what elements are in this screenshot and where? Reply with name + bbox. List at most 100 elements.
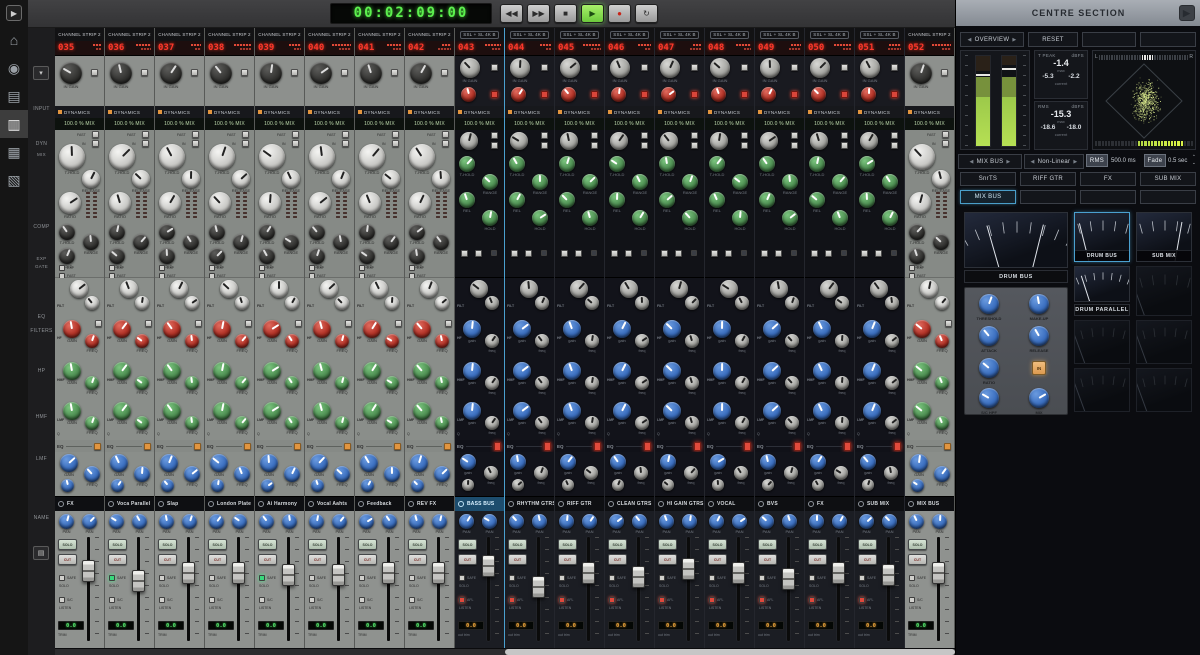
listen-checkbox[interactable]: [659, 597, 665, 603]
lmf-freq-knob[interactable]: [285, 416, 299, 430]
dyn-button-3[interactable]: [511, 250, 518, 257]
hf-freq-knob[interactable]: [335, 334, 349, 348]
hmf-freq-knob[interactable]: [635, 376, 649, 390]
vu-meter-drum-parallel[interactable]: [1074, 266, 1130, 302]
solo-safe-checkbox[interactable]: [759, 575, 765, 581]
hmf-freq-knob[interactable]: [485, 376, 499, 390]
gate-threshold-knob[interactable]: [409, 224, 425, 240]
power-icon[interactable]: [108, 501, 114, 507]
listen-checkbox[interactable]: [59, 597, 65, 603]
hp-filter-knob[interactable]: [270, 280, 288, 298]
lp-filter-knob[interactable]: [835, 296, 849, 310]
lmf-gain-knob[interactable]: [213, 402, 231, 420]
cut-button[interactable]: CUT: [508, 554, 527, 565]
fader-track[interactable]: [487, 537, 490, 641]
power-icon[interactable]: [458, 501, 464, 507]
eq-in-toggle[interactable]: [894, 442, 901, 451]
lmf-freq-knob[interactable]: [785, 416, 799, 430]
lmf-gain-knob[interactable]: [463, 402, 481, 420]
phase-knob[interactable]: [611, 87, 626, 102]
lf-freq-knob[interactable]: [784, 466, 798, 480]
lp-filter-knob[interactable]: [635, 296, 649, 310]
lmf-freq-knob[interactable]: [585, 416, 599, 430]
phase-button[interactable]: [591, 91, 598, 98]
comp-threshold-knob[interactable]: [209, 144, 235, 170]
exp-checkbox[interactable]: [209, 265, 215, 271]
solo-button[interactable]: SOLO: [308, 539, 327, 550]
lf-freq-knob[interactable]: [884, 466, 898, 480]
comp-in-button[interactable]: [192, 140, 199, 147]
gate-range-knob[interactable]: [832, 174, 848, 190]
panel-collapse-icon[interactable]: ▶: [1179, 5, 1195, 21]
gate-threshold-knob[interactable]: [209, 224, 225, 240]
lmf-freq-knob[interactable]: [85, 416, 99, 430]
hp-filter-knob[interactable]: [170, 280, 188, 298]
lf-q-knob[interactable]: [462, 479, 474, 491]
solo-safe-checkbox[interactable]: [309, 575, 315, 581]
lf-freq-knob[interactable]: [284, 466, 300, 482]
cut-button[interactable]: CUT: [108, 554, 127, 565]
hp-filter-knob[interactable]: [770, 280, 788, 298]
comp-in-button[interactable]: [242, 140, 249, 147]
lf-freq-knob[interactable]: [84, 466, 100, 482]
dyn-button-1[interactable]: [891, 132, 898, 139]
comp-ratio-knob[interactable]: [259, 192, 281, 214]
eq-bell-button[interactable]: [194, 443, 201, 450]
hmf-gain-knob[interactable]: [313, 362, 331, 380]
width-knob[interactable]: [609, 514, 624, 529]
lmf-gain-knob[interactable]: [713, 402, 731, 420]
hmf-gain-knob[interactable]: [663, 362, 681, 380]
loop-button[interactable]: ↻: [635, 4, 658, 23]
power-icon[interactable]: [158, 501, 164, 507]
rewind-button[interactable]: ◀◀: [500, 4, 523, 23]
dyn-button-1[interactable]: [591, 132, 598, 139]
input-mode-button[interactable]: [241, 69, 248, 76]
listen-checkbox[interactable]: [909, 597, 915, 603]
solo-safe-checkbox[interactable]: [209, 575, 215, 581]
hmf-freq-knob[interactable]: [935, 376, 949, 390]
phase-button[interactable]: [791, 91, 798, 98]
hmf-gain-knob[interactable]: [463, 362, 481, 380]
exp-checkbox[interactable]: [909, 265, 915, 271]
gate-hold-knob[interactable]: [732, 210, 748, 226]
lp-filter-knob[interactable]: [535, 296, 549, 310]
comp-threshold-knob[interactable]: [409, 144, 435, 170]
input-mode-button[interactable]: [541, 64, 548, 71]
hmf-gain-knob[interactable]: [913, 362, 931, 380]
solo-button[interactable]: SOLO: [458, 539, 477, 550]
lp-filter-knob[interactable]: [235, 296, 249, 310]
solo-safe-checkbox[interactable]: [909, 575, 915, 581]
solo-safe-checkbox[interactable]: [459, 575, 465, 581]
gate-threshold-knob[interactable]: [309, 224, 325, 240]
listen-checkbox[interactable]: [109, 597, 115, 603]
gate-range-knob[interactable]: [882, 174, 898, 190]
dyn-button-4[interactable]: [775, 250, 782, 257]
input-gain-knob[interactable]: [460, 58, 480, 78]
lmf-freq-knob[interactable]: [535, 416, 549, 430]
hp-filter-knob[interactable]: [220, 280, 238, 298]
listen-checkbox[interactable]: [859, 597, 865, 603]
solo-button[interactable]: SOLO: [608, 539, 627, 550]
channel-name-row[interactable]: MIX BUS: [905, 496, 954, 511]
hf-gain-knob[interactable]: [363, 320, 381, 338]
comp-ratio-knob[interactable]: [59, 192, 81, 214]
comp-fast-button[interactable]: [292, 131, 299, 138]
gate-release-knob[interactable]: [509, 192, 525, 208]
cut-button[interactable]: CUT: [908, 554, 927, 565]
power-icon[interactable]: [358, 501, 364, 507]
cut-button[interactable]: CUT: [708, 554, 727, 565]
hf-freq-knob[interactable]: [835, 334, 849, 348]
lf-q-knob[interactable]: [261, 479, 274, 492]
dyn-button-3[interactable]: [561, 250, 568, 257]
solo-button[interactable]: SOLO: [258, 539, 277, 550]
phase-button[interactable]: [541, 91, 548, 98]
exp-checkbox[interactable]: [359, 265, 365, 271]
lf-q-knob[interactable]: [762, 479, 774, 491]
lmf-gain-knob[interactable]: [413, 402, 431, 420]
console-view-icon[interactable]: ▥: [0, 110, 28, 138]
hmf-freq-knob[interactable]: [285, 376, 299, 390]
pan-knob[interactable]: [932, 514, 947, 529]
listen-checkbox[interactable]: [459, 597, 465, 603]
dynamics-header[interactable]: DYNAMICS: [605, 106, 654, 118]
dyn-sc-checkbox[interactable]: [641, 250, 647, 256]
